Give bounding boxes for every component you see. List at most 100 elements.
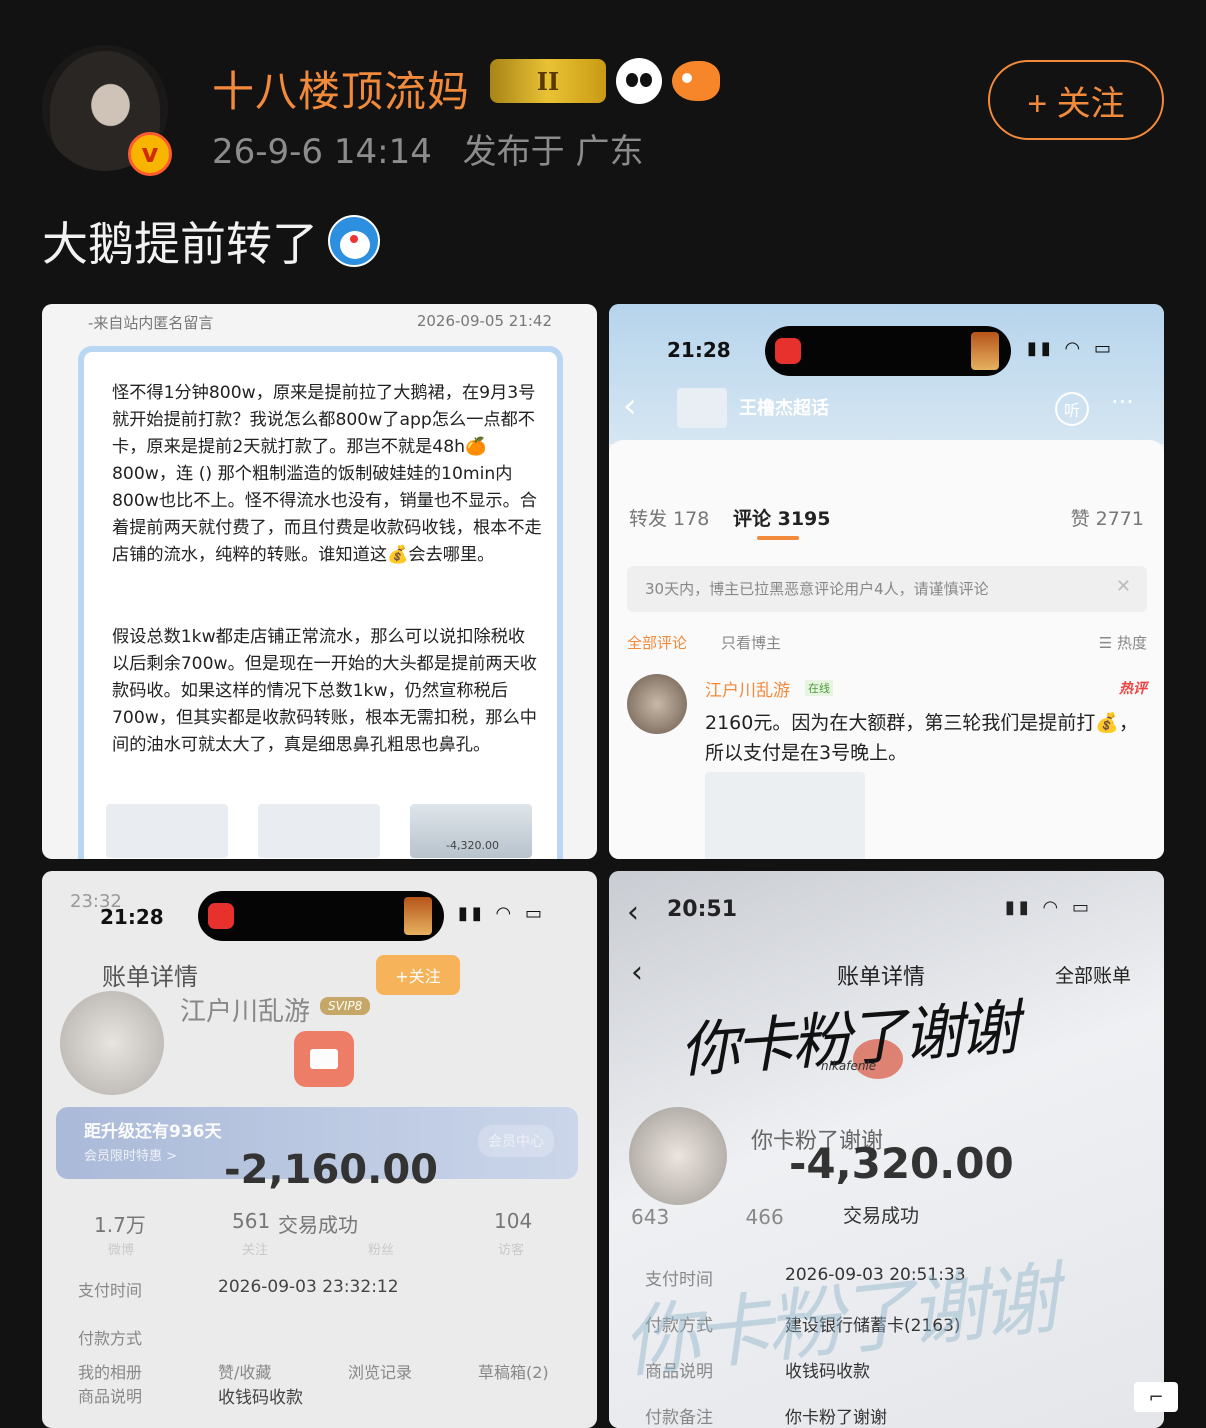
signature-text: nikafenle (821, 1059, 877, 1073)
upgrade-text: 距升级还有936天 (84, 1122, 222, 1142)
status-time: 21:28 (100, 905, 164, 929)
desc-label: 商品说明 (645, 1362, 713, 1382)
desc-value: 收钱码收款 (218, 1388, 303, 1408)
merchant-icon (294, 1031, 354, 1087)
stat-value: 466 (745, 1205, 784, 1229)
message-thumbnails: -4,320.00 (106, 804, 536, 859)
desc-label: 商品说明 (78, 1387, 143, 1406)
pay-time-label: 支付时间 (78, 1281, 143, 1300)
fish-icon[interactable] (672, 61, 720, 101)
back-chevron-icon[interactable]: ‹ (623, 386, 637, 426)
online-badge: 在线 (805, 680, 833, 696)
stat-label: 微博 (108, 1243, 135, 1258)
status-time: 21:28 (667, 338, 731, 362)
image-tile-4[interactable]: ‹ 20:51 ▮▮ ◠ ▭ ‹ 账单详情 全部账单 你卡粉了谢谢 nikafe… (609, 871, 1164, 1428)
pay-time-value: 2026-09-03 23:32:12 (218, 1277, 399, 1297)
likes-label: 赞/收藏 (218, 1363, 272, 1382)
drafts-label: 草稿箱(2) (478, 1363, 549, 1382)
app-icon (775, 338, 801, 364)
dynamic-island (765, 326, 1011, 376)
thumbnail: -4,320.00 (410, 804, 532, 858)
post-body: 大鹅提前转了 (42, 208, 380, 274)
stat-label: 访客 (498, 1243, 525, 1258)
bill-status: 交易成功 (278, 1213, 358, 1237)
topic-name[interactable]: 王橹杰超话 (739, 394, 829, 420)
status-icons: ▮▮ ◠ ▭ (1027, 338, 1115, 359)
comments-panel: 转发 178 评论 3195 赞 2771 30天内，博主已拉黑恶意评论用户4人… (609, 440, 1164, 859)
message-source: -来自站内匿名留言 (88, 314, 214, 332)
sort-hot[interactable]: ☰ 热度 (1099, 632, 1147, 653)
back-chevron-icon[interactable]: ‹ (627, 895, 639, 930)
filter-author[interactable]: 只看博主 (721, 632, 781, 653)
message-date: 2026-09-05 21:42 (416, 312, 552, 330)
follow-button[interactable]: + 关注 (988, 60, 1164, 140)
note-label: 付款备注 (645, 1408, 713, 1428)
close-icon[interactable]: ✕ (1116, 576, 1131, 597)
embedded-screenshot (705, 772, 865, 859)
message-card: 怪不得1分钟800w，原来是提前拉了大鹅裙，在9月3号就开始提前打款？我说怎么都… (78, 346, 563, 859)
profile-stats: 643 466 (631, 1205, 854, 1229)
dynamic-island (198, 891, 444, 941)
upgrade-sub: 会员限时特惠 > (84, 1149, 178, 1164)
message-paragraph-1: 怪不得1分钟800w，原来是提前拉了大鹅裙，在9月3号就开始提前打款？我说怎么都… (112, 383, 542, 565)
desc-value: 收钱码收款 (785, 1362, 870, 1382)
stat-label: 粉丝 (368, 1243, 395, 1258)
commenter-avatar[interactable] (627, 674, 687, 734)
pay-method-label: 付款方式 (78, 1329, 143, 1348)
history-label: 浏览记录 (348, 1363, 413, 1382)
topic-avatar (677, 388, 727, 428)
status-icons: ▮▮ ◠ ▭ (1005, 897, 1093, 918)
post-meta: 26-9-6 14:14 发布于 广东 (212, 124, 663, 173)
stat-value: 104 (494, 1209, 533, 1233)
topic-nav: ‹ 王橹杰超话 听 ··· (609, 382, 1164, 434)
bill-amount: -4,320.00 (789, 1139, 1014, 1188)
bill-amount: -2,160.00 (224, 1147, 438, 1193)
warning-banner: 30天内，博主已拉黑恶意评论用户4人，请谨慎评论 ✕ (627, 566, 1147, 612)
status-time: 20:51 (667, 897, 738, 922)
comment-text: 2160元。因为在大额群，第三轮我们是提前打💰，所以支付是在3号晚上。 (705, 712, 1139, 764)
author-name[interactable]: 十八楼顶流妈 (212, 58, 470, 119)
pay-method-label: 付款方式 (645, 1316, 713, 1336)
level-badge-icon[interactable]: II (490, 59, 606, 103)
thumbnail (258, 804, 380, 858)
thumbnail (106, 804, 228, 858)
back-chevron-icon[interactable]: ‹ (631, 955, 643, 990)
tab-likes[interactable]: 赞 2771 (1071, 504, 1144, 531)
stat-value: 561 (232, 1209, 271, 1233)
pay-time-value: 2026-09-03 20:51:33 (785, 1265, 966, 1285)
follow-button-faded[interactable]: +关注 (376, 955, 460, 995)
profile-avatar (60, 991, 164, 1095)
commenter-name[interactable]: 江户川乱游 (705, 676, 790, 701)
bill-title: 账单详情 (102, 963, 198, 991)
panda-icon[interactable] (616, 58, 662, 104)
svip-badge: SVIP8 (320, 997, 371, 1015)
thumbnail-amount: -4,320.00 (446, 839, 499, 852)
filter-all[interactable]: 全部评论 (627, 632, 687, 653)
expand-icon[interactable]: ⌐ (1134, 1382, 1178, 1412)
album-cover-icon (971, 332, 999, 370)
pay-time-label: 支付时间 (645, 1270, 713, 1290)
image-tile-3[interactable]: 23:32 21:28 ▮▮ ◠ ▭ 账单详情 +关注 江户川乱游 SVIP8 … (42, 871, 597, 1428)
more-icon[interactable]: ··· (1111, 388, 1134, 416)
album-label: 我的相册 (78, 1363, 143, 1382)
pay-method-value: 建设银行储蓄卡(2163) (785, 1316, 961, 1336)
verified-icon: v (128, 132, 172, 176)
stat-value: 1.7万 (94, 1213, 146, 1237)
image-tile-2[interactable]: 21:28 ▮▮ ◠ ▭ ‹ 王橹杰超话 听 ··· 转发 178 评论 319… (609, 304, 1164, 859)
message-paragraph-2: 假设总数1kw都走店铺正常流水，那么可以说扣除税收以后剩余700w。但是现在一开… (112, 627, 537, 755)
tab-comments[interactable]: 评论 3195 (733, 504, 831, 531)
image-tile-1[interactable]: -来自站内匿名留言 2026-09-05 21:42 怪不得1分钟800w，原来… (42, 304, 597, 859)
warning-text: 30天内，博主已拉黑恶意评论用户4人，请谨慎评论 (645, 580, 989, 598)
all-bills-link[interactable]: 全部账单 (1055, 961, 1131, 988)
post-date: 26-9-6 14:14 (212, 132, 432, 172)
doraemon-emoji-icon (328, 215, 380, 267)
stat-value: 643 (631, 1205, 670, 1229)
post-location: 发布于 广东 (462, 132, 644, 172)
comment-item: 江户川乱游 在线 热评 2160元。因为在大额群，第三轮我们是提前打💰，所以支付… (627, 668, 1147, 788)
bill-status: 交易成功 (843, 1205, 920, 1227)
tab-repost[interactable]: 转发 178 (629, 504, 709, 531)
post-text: 大鹅提前转了 (42, 217, 318, 271)
profile-name: 江户川乱游 (180, 997, 311, 1027)
vip-center-button[interactable]: 会员中心 (478, 1125, 554, 1157)
listen-icon[interactable]: 听 (1055, 392, 1089, 426)
